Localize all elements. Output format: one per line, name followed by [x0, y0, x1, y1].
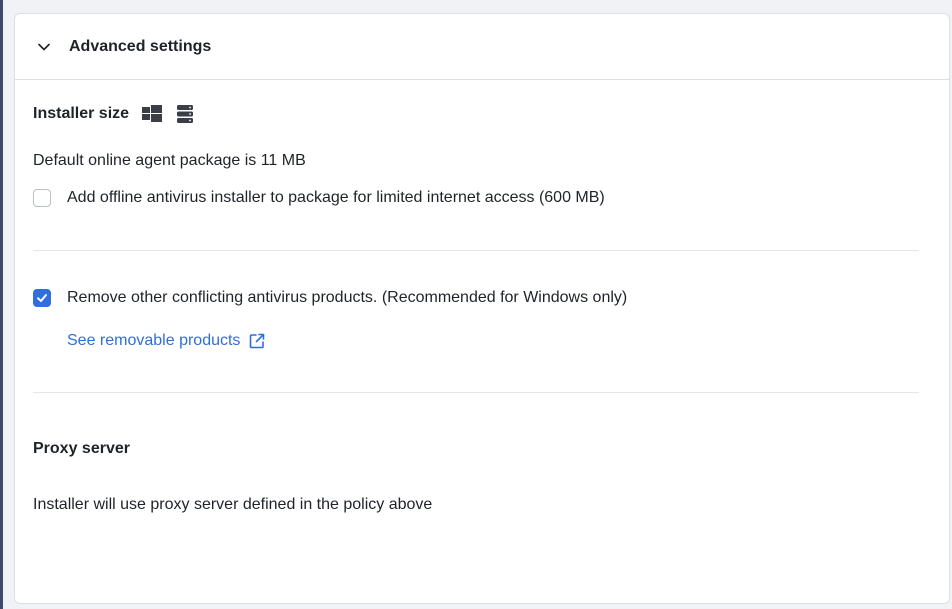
- offline-installer-label[interactable]: Add offline antivirus installer to packa…: [67, 189, 605, 207]
- default-package-text: Default online agent package is 11 MB: [33, 152, 306, 169]
- see-removable-products-label[interactable]: See removable products: [67, 332, 240, 350]
- see-removable-products-link[interactable]: See removable products: [67, 332, 919, 350]
- advanced-settings-header[interactable]: Advanced settings: [15, 14, 949, 80]
- server-icon: [175, 104, 195, 124]
- windows-icon: [141, 104, 163, 124]
- remove-conflicting-checkbox[interactable]: [33, 289, 51, 307]
- advanced-settings-title: Advanced settings: [69, 37, 212, 55]
- section-divider: [33, 392, 919, 393]
- external-link-icon[interactable]: [248, 332, 266, 350]
- proxy-server-title: Proxy server: [33, 440, 130, 457]
- advanced-settings-panel: Advanced settings: [14, 13, 950, 604]
- window-left-edge: [0, 0, 3, 609]
- proxy-server-description: Installer will use proxy server defined …: [33, 496, 433, 513]
- remove-conflicting-label[interactable]: Remove other conflicting antivirus produ…: [67, 289, 627, 307]
- section-divider: [33, 250, 919, 251]
- remove-conflicting-option[interactable]: Remove other conflicting antivirus produ…: [33, 289, 919, 307]
- offline-installer-option[interactable]: Add offline antivirus installer to packa…: [33, 189, 919, 207]
- installer-size-title: Installer size: [33, 105, 130, 122]
- offline-installer-checkbox[interactable]: [33, 189, 51, 207]
- chevron-down-icon[interactable]: [37, 40, 51, 54]
- checkmark-icon: [37, 294, 47, 302]
- installer-size-heading: Installer size: [33, 104, 919, 124]
